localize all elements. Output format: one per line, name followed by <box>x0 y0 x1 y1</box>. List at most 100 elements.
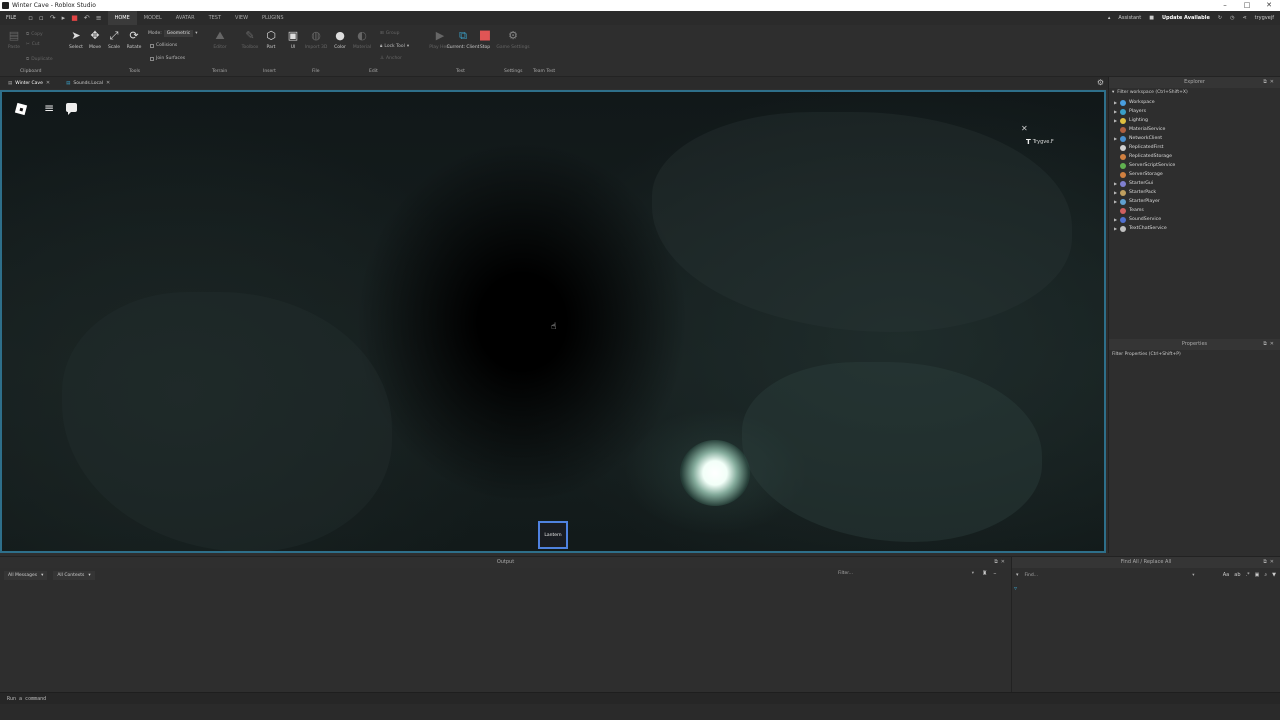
panel-controls[interactable]: ⧉✕ <box>1263 339 1277 350</box>
tab-view[interactable]: VIEW <box>228 11 255 25</box>
explorer-item-teams[interactable]: Teams <box>1109 206 1280 215</box>
explorer-item-players[interactable]: ▶ Players <box>1109 107 1280 116</box>
expand-arrow-icon[interactable]: ▶ <box>1111 226 1120 231</box>
output-filter-input[interactable]: Filter... ▾ <box>838 571 974 576</box>
regex-icon[interactable]: .* <box>1246 572 1250 578</box>
explorer-item-materialservice[interactable]: MaterialService <box>1109 125 1280 134</box>
refresh-icon[interactable]: ↻ <box>1218 15 1222 21</box>
group-button[interactable]: ⊞ Group <box>380 31 399 36</box>
explorer-filter-input[interactable]: ▾ Filter workspace (Ctrl+Shift+X) <box>1109 88 1280 97</box>
search-icon[interactable]: ⌕ <box>1264 572 1267 578</box>
ui-button[interactable]: ▣ UI <box>283 30 303 51</box>
expand-arrow-icon[interactable]: ▶ <box>1111 190 1120 195</box>
game-viewport[interactable]: ≡ ✕ T Trygve.F ☝ Lantern <box>0 90 1106 553</box>
stop-button[interactable]: ■ Stop <box>475 29 495 50</box>
explorer-item-lighting[interactable]: ▶ Lighting <box>1109 116 1280 125</box>
minimize-button[interactable]: – <box>1214 0 1236 11</box>
duplicate-button[interactable]: ⧉ Duplicate <box>26 56 53 63</box>
tab-model[interactable]: MODEL <box>137 11 169 25</box>
toolbox-button[interactable]: ✎ Toolbox <box>240 30 260 51</box>
select-tool-button[interactable]: ➤ Select <box>66 30 86 51</box>
tab-plugins[interactable]: PLUGINS <box>255 11 290 25</box>
undo-icon[interactable]: ↶ <box>84 14 90 22</box>
close-tab-icon[interactable]: ✕ <box>106 80 110 86</box>
explorer-item-textchatservice[interactable]: ▶ TextChatService <box>1109 224 1280 233</box>
expand-arrow-icon[interactable]: ▶ <box>1111 118 1120 123</box>
contexts-filter-dropdown[interactable]: All Contexts ▾ <box>53 570 95 580</box>
doc-tab-sounds-local[interactable]: ▤ Sounds.Local ✕ <box>58 77 118 89</box>
expand-arrow-icon[interactable]: ▶ <box>1111 100 1120 105</box>
gear-icon[interactable]: ⚙ <box>1097 78 1104 87</box>
current-client-button[interactable]: ⧉ Current: Client <box>447 30 480 51</box>
messages-filter-dropdown[interactable]: All Messages ▾ <box>4 570 48 580</box>
tab-home[interactable]: HOME <box>107 11 137 25</box>
close-icon[interactable]: ✕ <box>1021 124 1028 133</box>
part-button[interactable]: ⬡ Part <box>261 30 281 51</box>
expand-arrow-icon[interactable]: ▶ <box>1111 136 1120 141</box>
find-input[interactable]: Find... ▾ <box>1025 573 1195 578</box>
rotate-tool-button[interactable]: ⟳ Rotate <box>124 30 144 51</box>
copy-button[interactable]: ⧉ Copy <box>26 31 43 38</box>
cut-button[interactable]: ✂ Cut <box>26 42 40 47</box>
scope-icon[interactable]: ▣ <box>1255 572 1260 578</box>
redo-icon[interactable]: ↷ <box>50 14 56 22</box>
share-icon[interactable]: ⋖ <box>1242 15 1246 21</box>
move-tool-button[interactable]: ✥ Move <box>85 30 105 51</box>
game-settings-button[interactable]: ⚙ Game Settings <box>496 30 529 51</box>
expand-arrow-icon[interactable]: ▶ <box>1111 199 1120 204</box>
collisions-toggle[interactable]: Collisions <box>150 43 177 48</box>
hotbar-slot-lantern[interactable]: Lantern <box>538 521 568 549</box>
filter-icon[interactable]: ▼ <box>1272 572 1276 578</box>
close-tab-icon[interactable]: ✕ <box>46 80 50 86</box>
explorer-item-startergui[interactable]: ▶ StarterGui <box>1109 179 1280 188</box>
join-surfaces-toggle[interactable]: Join Surfaces <box>150 56 185 61</box>
assistant-icon[interactable]: ▴ <box>1108 15 1111 21</box>
join-surfaces-checkbox[interactable] <box>150 56 154 61</box>
command-input[interactable]: Run a command <box>0 696 46 702</box>
explorer-item-soundservice[interactable]: ▶ SoundService <box>1109 215 1280 224</box>
expand-replace-icon[interactable]: ▾ <box>1016 572 1019 578</box>
tab-avatar[interactable]: AVATAR <box>169 11 202 25</box>
file-menu[interactable]: FILE <box>0 15 22 21</box>
close-window-button[interactable]: ✕ <box>1258 0 1280 11</box>
chat-icon[interactable] <box>66 103 77 115</box>
expand-arrow-icon[interactable]: ▶ <box>1111 109 1120 114</box>
scale-tool-button[interactable]: ⤢ Scale <box>104 30 124 51</box>
match-case-icon[interactable]: Aa <box>1223 572 1229 578</box>
panel-controls[interactable]: ⧉✕ <box>1263 77 1277 88</box>
new-file-icon[interactable]: ▫ <box>28 14 33 22</box>
explorer-item-replicatedfirst[interactable]: ReplicatedFirst <box>1109 143 1280 152</box>
funnel-icon[interactable]: ▿ <box>1014 585 1017 592</box>
customize-icon[interactable]: ≡ <box>96 14 102 22</box>
play-icon[interactable]: ▸ <box>62 14 66 22</box>
color-button[interactable]: ● Color <box>330 30 350 51</box>
stop-icon[interactable]: ■ <box>71 14 78 22</box>
user-menu[interactable]: trygvejf <box>1255 15 1274 21</box>
explorer-item-workspace[interactable]: ▶ Workspace <box>1109 98 1280 107</box>
tab-test[interactable]: TEST <box>202 11 228 25</box>
clear-output-icon[interactable]: ♜ <box>982 570 987 577</box>
properties-filter-input[interactable]: Filter Properties (Ctrl+Shift+P) <box>1109 350 1280 359</box>
explorer-item-networkclient[interactable]: ▶ NetworkClient <box>1109 134 1280 143</box>
explorer-item-serverstorage[interactable]: ServerStorage <box>1109 170 1280 179</box>
terrain-editor-button[interactable]: ⛰ Editor <box>210 30 230 51</box>
anchor-button[interactable]: ⚓︎ Anchor <box>380 56 402 61</box>
update-available-button[interactable]: Update Available <box>1162 15 1210 21</box>
expand-arrow-icon[interactable]: ▶ <box>1111 181 1120 186</box>
whole-word-icon[interactable]: ab <box>1234 572 1240 578</box>
hamburger-menu-icon[interactable]: ≡ <box>44 101 54 115</box>
explorer-item-starterpack[interactable]: ▶ StarterPack <box>1109 188 1280 197</box>
paste-button[interactable]: ▤ Paste <box>4 30 24 51</box>
minimize-panel-icon[interactable]: – <box>993 570 996 577</box>
assistant-button[interactable]: Assistant <box>1118 15 1141 21</box>
roblox-menu-icon[interactable] <box>14 102 28 116</box>
explorer-item-replicatedstorage[interactable]: ReplicatedStorage <box>1109 152 1280 161</box>
import-3d-button[interactable]: ◍ Import 3D <box>305 30 328 51</box>
panel-controls[interactable]: ⧉✕ <box>994 557 1008 568</box>
explorer-item-serverscriptservice[interactable]: ServerScriptService <box>1109 161 1280 170</box>
history-icon[interactable]: ◷ <box>1230 15 1234 21</box>
panel-controls[interactable]: ⧉✕ <box>1263 557 1277 568</box>
explorer-item-starterplayer[interactable]: ▶ StarterPlayer <box>1109 197 1280 206</box>
lock-tool-button[interactable]: 🔒︎ Lock Tool ▾ <box>380 43 409 50</box>
maximize-button[interactable]: □ <box>1236 0 1258 11</box>
